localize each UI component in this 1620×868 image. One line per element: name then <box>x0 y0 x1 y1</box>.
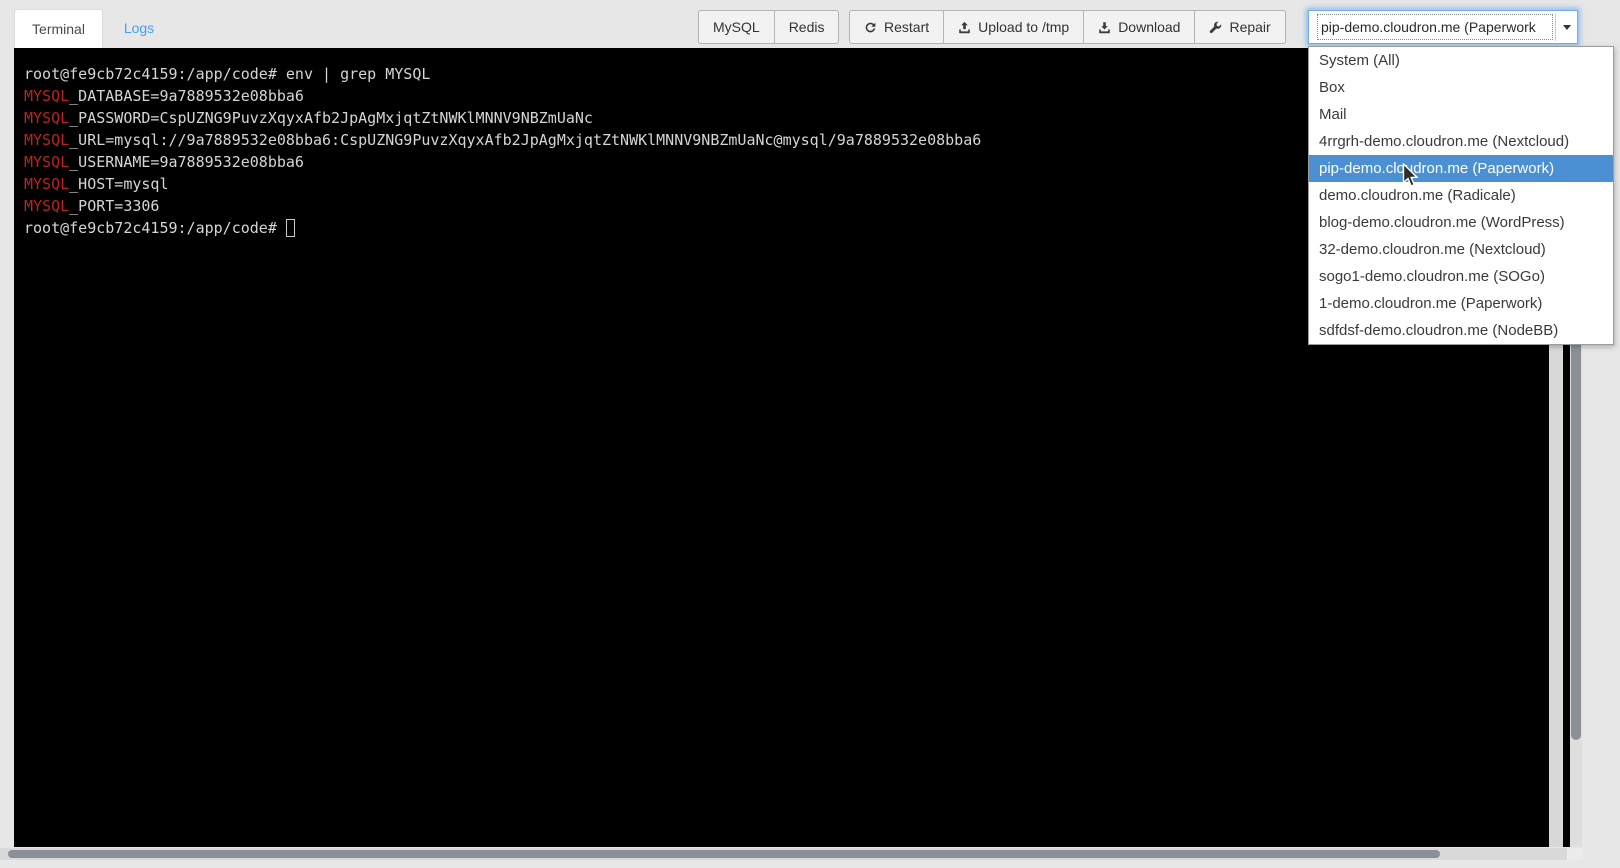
dropdown-option[interactable]: System (All) <box>1309 47 1613 74</box>
wrench-icon <box>1209 21 1222 34</box>
app-selector-dropdown: System (All)BoxMail4rrgrh-demo.cloudron.… <box>1308 46 1614 345</box>
button-label: Redis <box>789 19 825 35</box>
dropdown-option[interactable]: Box <box>1309 74 1613 101</box>
button-label: Repair <box>1229 19 1270 35</box>
download-icon <box>1098 21 1111 34</box>
restart-button[interactable]: Restart <box>849 10 944 44</box>
tab-terminal[interactable]: Terminal <box>14 9 103 48</box>
dropdown-option[interactable]: 4rrgrh-demo.cloudron.me (Nextcloud) <box>1309 128 1613 155</box>
horizontal-scrollbar-thumb[interactable] <box>8 850 1440 858</box>
dropdown-option[interactable]: blog-demo.cloudron.me (WordPress) <box>1309 209 1613 236</box>
dropdown-option[interactable]: demo.cloudron.me (Radicale) <box>1309 182 1613 209</box>
database-button-group: MySQL Redis <box>698 10 839 44</box>
button-label: Restart <box>884 19 929 35</box>
dropdown-option[interactable]: sogo1-demo.cloudron.me (SOGo) <box>1309 263 1613 290</box>
terminal-cursor <box>286 219 295 237</box>
button-label: Download <box>1118 19 1180 35</box>
cloudron-terminal-page: Terminal Logs MySQL Redis Restart Upload t… <box>0 0 1620 868</box>
download-button[interactable]: Download <box>1083 10 1195 44</box>
action-button-group: Restart Upload to /tmp Download Repair <box>849 10 1286 44</box>
tab-logs[interactable]: Logs <box>103 9 175 48</box>
app-selector[interactable]: pip-demo.cloudron.me (Paperwork <box>1308 10 1578 44</box>
dropdown-option[interactable]: 1-demo.cloudron.me (Paperwork) <box>1309 290 1613 317</box>
refresh-icon <box>864 21 877 34</box>
repair-button[interactable]: Repair <box>1194 10 1285 44</box>
scrollbar-corner <box>1567 848 1583 860</box>
button-label: MySQL <box>713 19 760 35</box>
upload-to-tmp-button[interactable]: Upload to /tmp <box>943 10 1084 44</box>
redis-button[interactable]: Redis <box>774 10 840 44</box>
mysql-button[interactable]: MySQL <box>698 10 775 44</box>
chevron-down-icon <box>1563 25 1571 30</box>
horizontal-scrollbar-track[interactable] <box>0 848 1583 860</box>
app-selector-value: pip-demo.cloudron.me (Paperwork <box>1318 15 1552 39</box>
button-label: Upload to /tmp <box>978 19 1069 35</box>
dropdown-option[interactable]: pip-demo.cloudron.me (Paperwork) <box>1309 155 1613 182</box>
select-arrow-zone[interactable] <box>1555 13 1577 41</box>
dropdown-option[interactable]: Mail <box>1309 101 1613 128</box>
upload-icon <box>958 21 971 34</box>
dropdown-option[interactable]: sdfdsf-demo.cloudron.me (NodeBB) <box>1309 317 1613 344</box>
dropdown-option[interactable]: 32-demo.cloudron.me (Nextcloud) <box>1309 236 1613 263</box>
